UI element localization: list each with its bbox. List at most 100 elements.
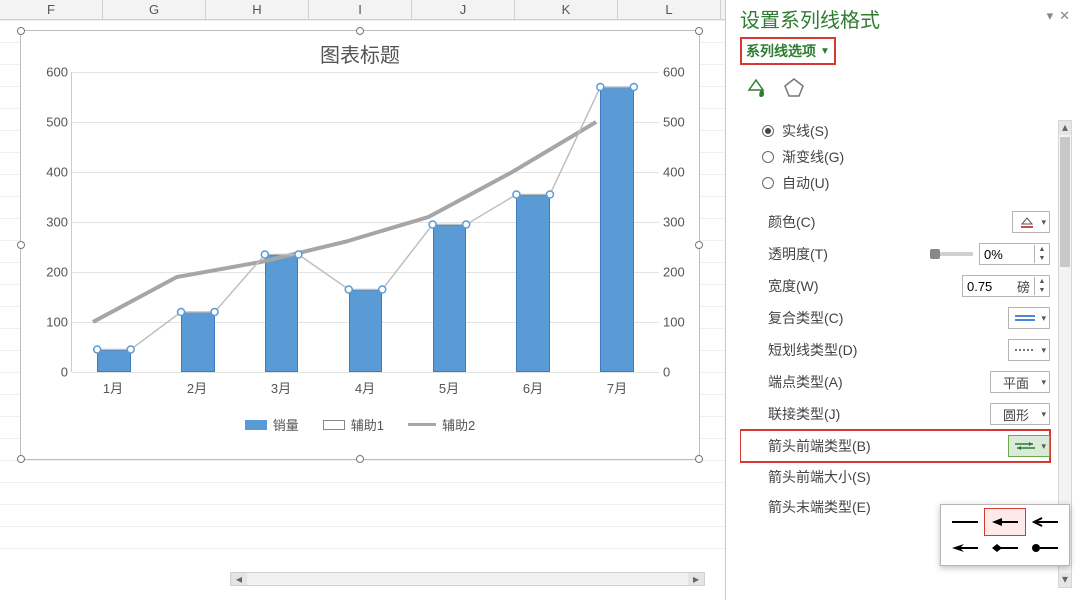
resize-handle[interactable] (17, 27, 25, 35)
compound-type-row: 复合类型(C) (740, 302, 1050, 334)
resize-handle[interactable] (356, 27, 364, 35)
join-type-dropdown[interactable]: 圆形 (990, 403, 1050, 425)
chevron-down-icon: ▼ (820, 46, 830, 57)
spin-down[interactable]: ▼ (1035, 254, 1049, 263)
prop-label: 端点类型(A) (768, 372, 843, 392)
chart-object[interactable]: 图表标题 0100200300400500600 010020030040050… (20, 30, 700, 460)
col-header[interactable]: K (515, 0, 618, 19)
line-solid-radio[interactable]: 实线(S) (740, 118, 1050, 144)
legend-swatch-line (408, 423, 436, 426)
resize-handle[interactable] (695, 455, 703, 463)
scroll-left-button[interactable]: ◂ (231, 573, 247, 585)
y-axis-left: 0100200300400500600 (28, 72, 68, 372)
resize-handle[interactable] (356, 455, 364, 463)
chart-legend[interactable]: 销量 辅助1 辅助2 (21, 415, 699, 434)
line-gradient-radio[interactable]: 渐变线(G) (740, 144, 1050, 170)
join-type-row: 联接类型(J) 圆形 (740, 398, 1050, 430)
arrow-option-stealth[interactable] (945, 535, 985, 561)
bar[interactable] (516, 195, 550, 373)
bar[interactable] (181, 312, 215, 372)
scroll-down-button[interactable]: ▾ (1059, 573, 1071, 587)
transparency-input[interactable]: ▲▼ (979, 243, 1050, 265)
color-picker-dropdown[interactable] (1012, 211, 1050, 233)
spin-down[interactable]: ▼ (1035, 286, 1049, 295)
spin-up[interactable]: ▲ (1035, 277, 1049, 286)
arrow-option-oval[interactable] (1025, 535, 1065, 561)
scroll-track[interactable] (247, 573, 688, 585)
arrow-begin-type-row: 箭头前端类型(B) (740, 430, 1050, 462)
pane-close-icon[interactable]: ✕ (1059, 8, 1070, 24)
legend-item[interactable]: 辅助1 (323, 415, 384, 434)
paint-bucket-icon (1019, 215, 1035, 229)
col-header[interactable]: F (0, 0, 103, 19)
prop-label: 联接类型(J) (768, 404, 840, 424)
fill-and-line-tab-icon[interactable] (744, 75, 768, 99)
arrow-option-diamond[interactable] (985, 535, 1025, 561)
bar[interactable] (600, 87, 634, 372)
worksheet-area: F G H I J K L 图表标题 0100200300400500600 0… (0, 0, 725, 600)
series-line-options-label: 系列线选项 (746, 41, 816, 61)
width-unit: 磅 (1017, 277, 1034, 296)
chart-title[interactable]: 图表标题 (21, 31, 699, 72)
format-pane: ▾ ✕ 设置系列线格式 系列线选项 ▼ 实线(S) 渐变线(G) 自动(U) 颜… (725, 0, 1080, 600)
radio-icon (762, 125, 774, 137)
legend-swatch-bar (245, 420, 267, 430)
plot-area[interactable]: 0100200300400500600 0100200300400500600 (71, 72, 659, 372)
legend-item[interactable]: 销量 (245, 415, 299, 434)
resize-handle[interactable] (17, 241, 25, 249)
cap-type-dropdown[interactable]: 平面 (990, 371, 1050, 393)
scroll-thumb[interactable] (1060, 137, 1070, 267)
resize-handle[interactable] (695, 27, 703, 35)
arrow-begin-size-row: 箭头前端大小(S) (740, 462, 1050, 492)
legend-label: 销量 (273, 415, 299, 434)
prop-label: 箭头前端大小(S) (768, 467, 871, 487)
legend-item[interactable]: 辅助2 (408, 415, 475, 434)
radio-icon (762, 151, 774, 163)
legend-label: 辅助1 (351, 415, 384, 434)
scroll-up-button[interactable]: ▴ (1059, 121, 1071, 135)
dash-line-icon (1015, 347, 1035, 353)
pane-title: 设置系列线格式 (740, 4, 1070, 33)
bar[interactable] (265, 255, 299, 373)
width-row: 宽度(W) 磅 ▲▼ (740, 270, 1050, 302)
radio-icon (762, 177, 774, 189)
cap-type-row: 端点类型(A) 平面 (740, 366, 1050, 398)
arrow-option-none[interactable] (945, 509, 985, 535)
col-header[interactable]: J (412, 0, 515, 19)
arrow-begin-type-dropdown[interactable] (1008, 435, 1050, 457)
arrow-option-triangle[interactable] (985, 509, 1025, 535)
horizontal-scrollbar[interactable]: ◂ ▸ (230, 572, 705, 586)
column-headers: F G H I J K L (0, 0, 725, 20)
dash-type-row: 短划线类型(D) (740, 334, 1050, 366)
effects-tab-icon[interactable] (782, 75, 806, 99)
prop-label: 透明度(T) (768, 244, 828, 264)
compound-line-icon (1015, 313, 1035, 323)
spin-up[interactable]: ▲ (1035, 245, 1049, 254)
dash-type-dropdown[interactable] (1008, 339, 1050, 361)
arrow-option-open[interactable] (1025, 509, 1065, 535)
series-line-options-dropdown[interactable]: 系列线选项 ▼ (740, 37, 836, 65)
pane-options-icon[interactable]: ▾ (1047, 8, 1054, 24)
transparency-value[interactable] (980, 247, 1034, 262)
resize-handle[interactable] (17, 455, 25, 463)
col-header[interactable]: G (103, 0, 206, 19)
prop-label: 箭头末端类型(E) (768, 497, 871, 517)
col-header[interactable]: L (618, 0, 721, 19)
prop-label: 复合类型(C) (768, 308, 843, 328)
radio-label: 渐变线(G) (782, 147, 844, 167)
transparency-slider[interactable] (933, 252, 973, 256)
width-input[interactable]: 磅 ▲▼ (962, 275, 1050, 297)
y-axis-right: 0100200300400500600 (663, 72, 703, 372)
col-header[interactable]: H (206, 0, 309, 19)
legend-swatch-outline (323, 420, 345, 430)
compound-type-dropdown[interactable] (1008, 307, 1050, 329)
line-auto-radio[interactable]: 自动(U) (740, 170, 1050, 196)
radio-label: 实线(S) (782, 121, 829, 141)
width-value[interactable] (963, 279, 1017, 294)
bar[interactable] (97, 350, 131, 373)
prop-label: 颜色(C) (768, 212, 815, 232)
scroll-right-button[interactable]: ▸ (688, 573, 704, 585)
bar[interactable] (349, 290, 383, 373)
bar[interactable] (433, 225, 467, 373)
col-header[interactable]: I (309, 0, 412, 19)
